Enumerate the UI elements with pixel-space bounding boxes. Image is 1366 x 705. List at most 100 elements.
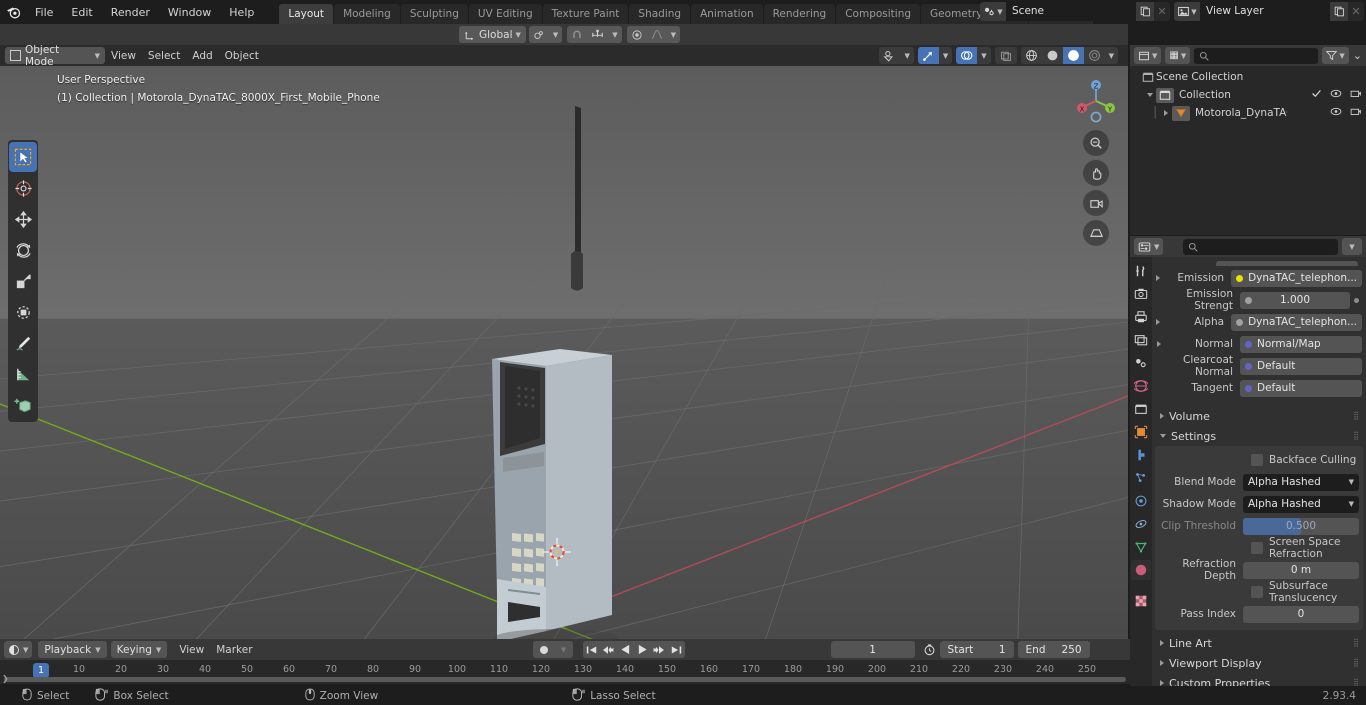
outliner-editor-type-button[interactable]: ▼ xyxy=(1134,47,1162,64)
mode-selector[interactable]: Object Mode ▼ xyxy=(5,44,105,68)
properties-tab-collection[interactable] xyxy=(1131,399,1151,419)
outliner-new-collection-button[interactable]: ⌄ xyxy=(1353,49,1362,62)
subsurface-translucency-checkbox[interactable] xyxy=(1251,586,1263,598)
refraction-depth-row[interactable]: Refraction Depth 0 m xyxy=(1155,558,1363,582)
visibility-group[interactable]: ▼ xyxy=(879,47,914,64)
outliner-search-input[interactable] xyxy=(1194,47,1319,64)
menu-edit[interactable]: Edit xyxy=(62,4,101,21)
start-frame-field[interactable]: Start 1 xyxy=(939,641,1014,658)
timeline-scrollbar[interactable] xyxy=(4,677,1126,682)
workspace-tab-animation[interactable]: Animation xyxy=(691,4,763,24)
falloff-curve-icon[interactable] xyxy=(647,26,667,43)
camera-view-icon[interactable] xyxy=(1083,190,1109,216)
jump-to-end-button[interactable] xyxy=(667,641,685,658)
xray-toggle[interactable] xyxy=(994,47,1017,64)
shadow-mode-dropdown[interactable]: Alpha Hashed ▼ xyxy=(1243,495,1359,513)
menu-object[interactable]: Object xyxy=(219,48,265,64)
shading-mode-group[interactable]: ▼ xyxy=(1020,47,1118,64)
play-button[interactable] xyxy=(633,641,651,658)
overlays-group[interactable]: ▼ xyxy=(956,47,991,64)
transform-orientation-dropdown[interactable]: Global ▼ xyxy=(459,26,526,43)
outliner-row-object[interactable]: │ Motorola_DynaTAC_800( xyxy=(1130,104,1366,122)
properties-options-chevron-icon[interactable]: ▼ xyxy=(1342,238,1362,255)
outliner-row-collection[interactable]: Collection xyxy=(1130,86,1366,104)
blend-mode-dropdown[interactable]: Alpha Hashed ▼ xyxy=(1243,473,1359,491)
timeline-menu-marker[interactable]: Marker xyxy=(210,642,258,658)
current-frame-field[interactable]: 1 xyxy=(830,641,915,658)
axis-gizmo[interactable]: Z Y X xyxy=(1071,76,1121,126)
workspace-tab-shading[interactable]: Shading xyxy=(629,4,691,24)
visibility-chevron-icon[interactable]: ▼ xyxy=(900,47,913,64)
rotate-tool-icon[interactable] xyxy=(9,235,37,265)
view-layer-selector[interactable]: ▼ View Layer ✕ xyxy=(1174,2,1364,21)
scene-name-field[interactable]: Scene xyxy=(1006,2,1136,21)
material-preview-shading-button[interactable] xyxy=(1062,47,1084,64)
falloff-chevron-icon[interactable]: ▼ xyxy=(667,26,680,43)
properties-tab-particles[interactable] xyxy=(1131,468,1151,488)
properties-body[interactable]: Emission DynaTAC_telephon... Emission St… xyxy=(1152,257,1366,686)
gizmo-group[interactable]: ▼ xyxy=(917,47,953,64)
object-types-visibility-icon[interactable] xyxy=(879,47,900,64)
gizmo-chevron-icon[interactable]: ▼ xyxy=(939,47,952,64)
workspace-tab-sculpting[interactable]: Sculpting xyxy=(400,4,468,24)
properties-tab-texture[interactable] xyxy=(1131,591,1151,611)
outliner-filter-button[interactable]: ▼ xyxy=(1322,47,1349,64)
proportional-falloff-chevron-icon[interactable]: ▼ xyxy=(549,26,562,43)
blend-mode-row[interactable]: Blend Mode Alpha Hashed ▼ xyxy=(1155,472,1363,492)
shadow-mode-row[interactable]: Shadow Mode Alpha Hashed ▼ xyxy=(1155,494,1363,514)
normal-value-field[interactable]: Normal/Map xyxy=(1240,335,1362,353)
pass-index-field[interactable]: 0 xyxy=(1243,605,1359,623)
toggle-ortho-perspective-icon[interactable] xyxy=(1083,220,1109,246)
properties-tab-material[interactable] xyxy=(1131,560,1151,580)
chevron-right-icon[interactable] xyxy=(1152,319,1164,325)
tweak-select-tool-icon[interactable] xyxy=(9,142,37,172)
menu-add[interactable]: Add xyxy=(186,48,218,64)
properties-tab-render[interactable] xyxy=(1131,284,1151,304)
workspace-tab-texture-paint[interactable]: Texture Paint xyxy=(542,4,629,24)
menu-file[interactable]: File xyxy=(26,4,62,21)
clip-threshold-row[interactable]: Clip Threshold 0.500 xyxy=(1155,516,1363,536)
node-input-emission[interactable]: Emission DynaTAC_telephon... xyxy=(1152,268,1366,288)
screen-space-refraction-checkbox[interactable] xyxy=(1251,542,1263,554)
new-scene-button[interactable] xyxy=(1136,2,1154,21)
proportional-group[interactable]: ▼ xyxy=(626,26,681,43)
chevron-right-icon[interactable] xyxy=(1152,341,1166,347)
properties-tab-tool[interactable] xyxy=(1131,261,1151,281)
timeline-editor-type-button[interactable]: ▼ xyxy=(4,641,33,658)
emission-strength-value-field[interactable]: 1.000 xyxy=(1240,291,1350,309)
camera-icon[interactable] xyxy=(1350,106,1362,120)
workspace-tab-uv-editing[interactable]: UV Editing xyxy=(468,4,542,24)
solid-shading-button[interactable] xyxy=(1042,47,1063,64)
workspace-tab-rendering[interactable]: Rendering xyxy=(763,4,836,24)
workspace-tab-compositing[interactable]: Compositing xyxy=(836,4,921,24)
backface-culling-row[interactable]: Backface Culling xyxy=(1155,450,1363,470)
node-input-tangent[interactable]: Tangent Default xyxy=(1152,378,1366,398)
backface-culling-checkbox[interactable] xyxy=(1251,454,1263,466)
proportional-toggle-icon[interactable] xyxy=(627,26,647,43)
wireframe-shading-button[interactable] xyxy=(1021,47,1042,64)
view-layer-name-field[interactable]: View Layer xyxy=(1200,2,1330,21)
node-input-normal[interactable]: Normal Normal/Map xyxy=(1152,334,1366,354)
properties-tab-data[interactable] xyxy=(1131,537,1151,557)
chevron-down-icon[interactable] xyxy=(1144,93,1156,97)
snap-magnet-group[interactable]: ▼ xyxy=(567,26,622,43)
workspace-tab-layout[interactable]: Layout xyxy=(279,4,334,24)
checkbox-icon[interactable] xyxy=(1311,88,1322,102)
move-view-icon[interactable] xyxy=(1083,160,1109,186)
cursor-tool-icon[interactable] xyxy=(9,173,37,203)
show-gizmo-toggle[interactable] xyxy=(917,47,939,64)
remove-view-layer-button[interactable]: ✕ xyxy=(1348,2,1364,21)
auto-keying-group[interactable]: ▼ xyxy=(532,641,573,658)
emission-value-field[interactable]: DynaTAC_telephon... xyxy=(1231,269,1362,287)
workspace-tab-modeling[interactable]: Modeling xyxy=(334,4,400,24)
panel-volume[interactable]: Volume ⣿ xyxy=(1152,406,1366,426)
blender-logo-icon[interactable] xyxy=(0,0,26,24)
snap-chevron-icon[interactable]: ▼ xyxy=(608,26,621,43)
scene-selector[interactable]: ▼ Scene ✕ xyxy=(980,2,1170,21)
3d-viewport[interactable]: User Perspective (1) Collection | Motoro… xyxy=(0,66,1128,639)
node-input-clearcoat-normal[interactable]: Clearcoat Normal Default xyxy=(1152,354,1366,378)
overlays-chevron-icon[interactable]: ▼ xyxy=(977,47,990,64)
show-overlays-toggle[interactable] xyxy=(956,47,978,64)
magnet-icon[interactable] xyxy=(567,26,587,43)
jump-to-next-keyframe-button[interactable] xyxy=(650,641,668,658)
